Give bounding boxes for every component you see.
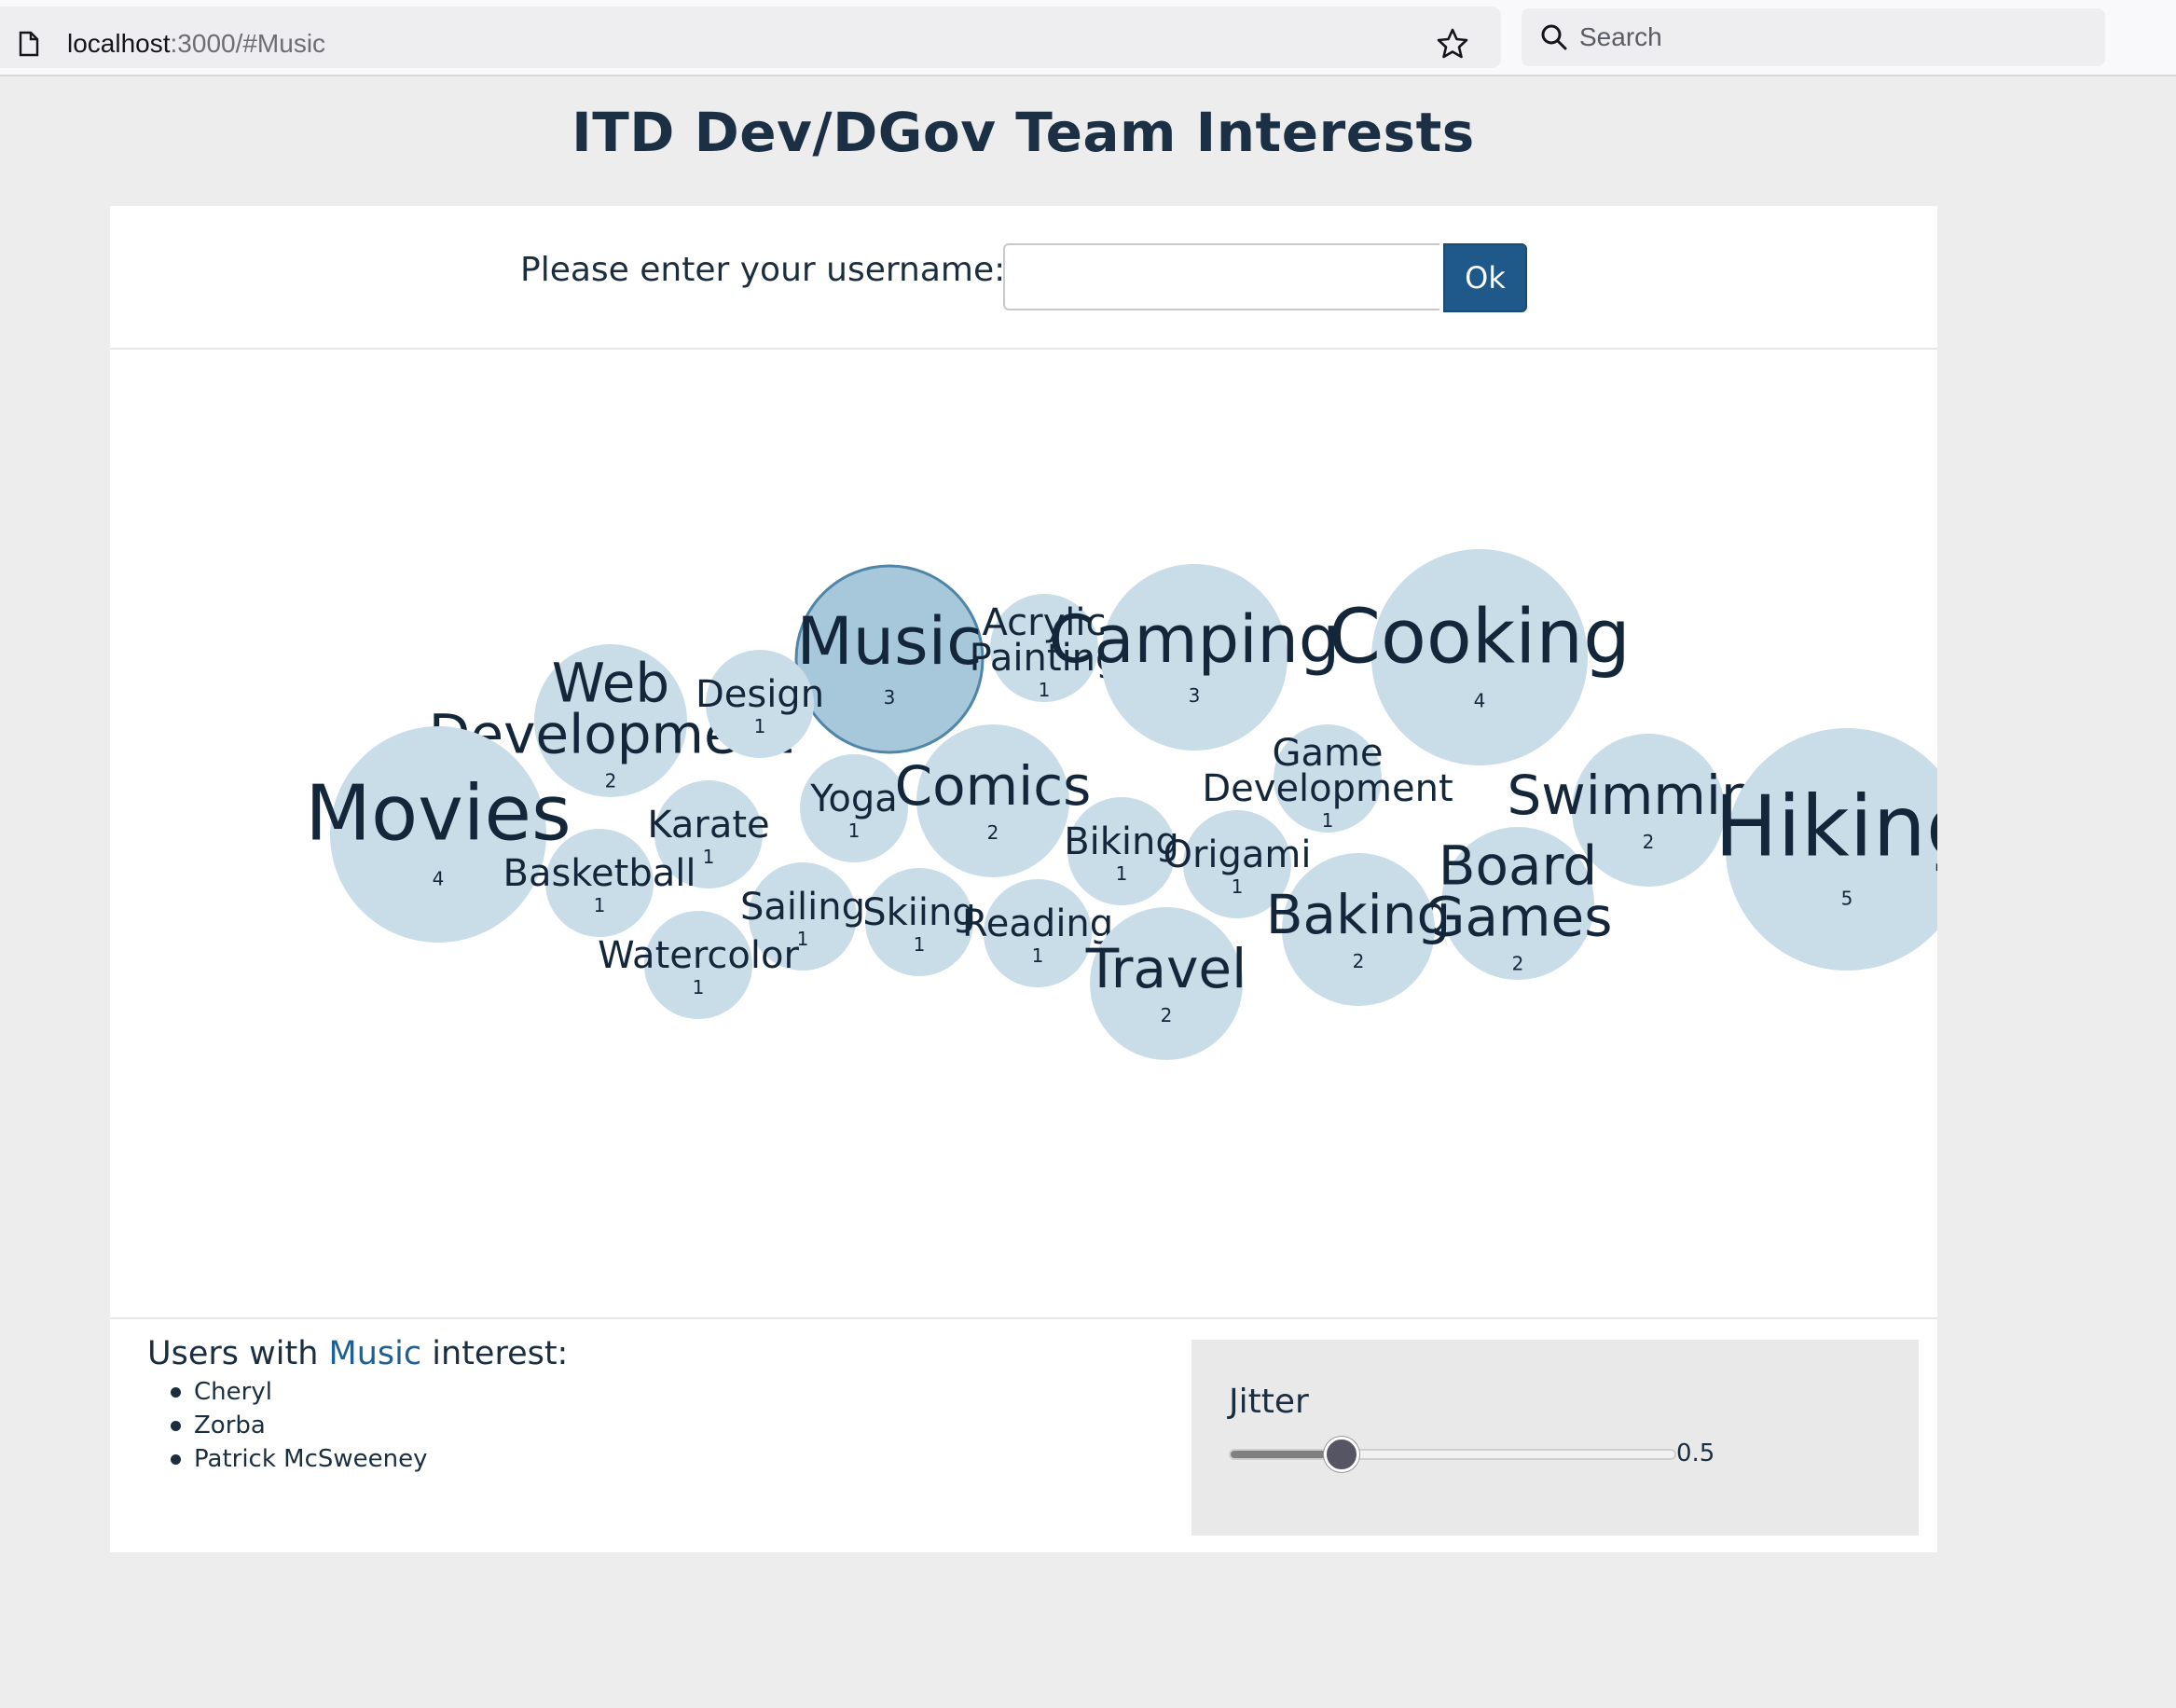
bubble-count: 2 (1512, 953, 1524, 975)
bubble-count: 2 (987, 821, 999, 844)
search-placeholder: Search (1579, 22, 1662, 51)
bubble-count: 2 (1161, 1004, 1173, 1026)
bubble-label: Karate (647, 804, 769, 847)
bubble-label: Watercolor (598, 934, 799, 977)
browser-toolbar: localhost:3000/#Music Search (0, 0, 2176, 76)
jitter-value: 0.5 (1676, 1439, 1715, 1467)
bubble-count: 1 (1232, 875, 1244, 898)
bubble-count: 2 (605, 770, 617, 792)
bubble-board-games[interactable]: BoardGames2 (1424, 827, 1613, 980)
bubble-count: 3 (884, 686, 896, 709)
bubble-count: 1 (693, 976, 705, 999)
address-bar[interactable]: localhost:3000/#Music (0, 7, 1501, 68)
bubble-count: 4 (1474, 690, 1486, 712)
users-heading-prefix: Users with (147, 1335, 319, 1372)
bubble-label: Travel (1085, 937, 1246, 1000)
bubble-count: 4 (433, 868, 445, 890)
bubble-label: Comics (895, 754, 1092, 818)
selected-interest-name: Music (328, 1335, 422, 1372)
username-label: Please enter your username: (520, 251, 1006, 289)
bubble-count: 1 (754, 715, 766, 737)
bubble-comics[interactable]: Comics 2 (895, 724, 1092, 877)
bubble-count: 3 (1189, 684, 1201, 707)
details-row: Users with Music interest: Cheryl Zorba … (110, 1317, 1937, 1554)
page-title: ITD Dev/DGov Team Interests (572, 101, 1475, 164)
bubble-label: Design (695, 673, 824, 716)
bubble-count: 2 (1353, 950, 1365, 972)
browser-search-box[interactable]: Search (1522, 8, 2105, 66)
bubble-label: Camping (1049, 601, 1341, 678)
list-item: Patrick McSweeney (171, 1442, 428, 1476)
bubble-count: 1 (594, 894, 606, 916)
bubble-label: Hiking (1715, 778, 1937, 875)
ok-button[interactable]: Ok (1443, 243, 1527, 312)
users-heading-suffix: interest: (432, 1335, 569, 1372)
jitter-slider[interactable] (1229, 1437, 1676, 1472)
bubble-camping[interactable]: Camping 3 (1049, 564, 1341, 751)
bubble-yoga[interactable]: Yoga1 (800, 754, 908, 862)
list-item: Zorba (171, 1409, 428, 1442)
bubble-label: Sailing (740, 886, 865, 929)
bubble-count: 1 (1032, 944, 1044, 967)
bubble-label: Cooking (1329, 594, 1631, 681)
bubble-label: Music (796, 603, 982, 680)
bubble-count: 1 (703, 846, 715, 868)
bubble-music[interactable]: Music 3 (794, 564, 985, 754)
bubble-count: 2 (1643, 831, 1655, 853)
jitter-label: Jitter (1229, 1383, 1309, 1421)
bubble-label: Yoga (809, 778, 898, 820)
username-input[interactable] (1003, 243, 1439, 310)
bubble-label: Games (1424, 886, 1613, 949)
url-host: localhost (67, 29, 171, 58)
main-card: Please enter your username: Ok Music 3 Acr… (110, 206, 1937, 1552)
bubble-label: Origami (1163, 833, 1311, 876)
login-form: Please enter your username: Ok (110, 206, 1937, 350)
bubble-count: 1 (1116, 862, 1128, 885)
bubble-label: Baking (1266, 883, 1452, 946)
user-list: Cheryl Zorba Patrick McSweeney (171, 1375, 428, 1476)
page-icon (19, 31, 39, 57)
bubble-count: 1 (1039, 679, 1051, 701)
users-heading: Users with Music interest: (147, 1330, 568, 1377)
bubble-label: Biking (1064, 820, 1179, 863)
jitter-panel: Jitter 0.5 (1191, 1340, 1919, 1536)
url-path: :3000/#Music (170, 29, 326, 58)
url-text[interactable]: localhost:3000/#Music (67, 25, 325, 62)
bubble-label: Movies (305, 770, 571, 859)
bubble-label: Basketball (503, 852, 696, 895)
interest-bubble-chart: Music 3 Acrylic Painting 1 Camping 3 Cooking 4 We… (110, 349, 1937, 1315)
bubble-count: 1 (848, 820, 861, 842)
slider-thumb[interactable] (1324, 1437, 1359, 1472)
bubble-count: 1 (1322, 809, 1334, 832)
bubble-label: Development (1202, 767, 1453, 810)
bookmark-star-icon[interactable] (1436, 27, 1469, 61)
bubble-skiing[interactable]: Skiing1 (862, 868, 976, 976)
search-icon (1541, 24, 1567, 50)
bubble-label: Skiing (862, 891, 976, 934)
bubble-count: 5 (1841, 887, 1853, 909)
bubble-svg: Music3AcrylicPainting1Camping3Cooking4We… (305, 549, 1937, 1060)
list-item: Cheryl (171, 1375, 428, 1409)
bubble-count: 1 (914, 933, 926, 956)
